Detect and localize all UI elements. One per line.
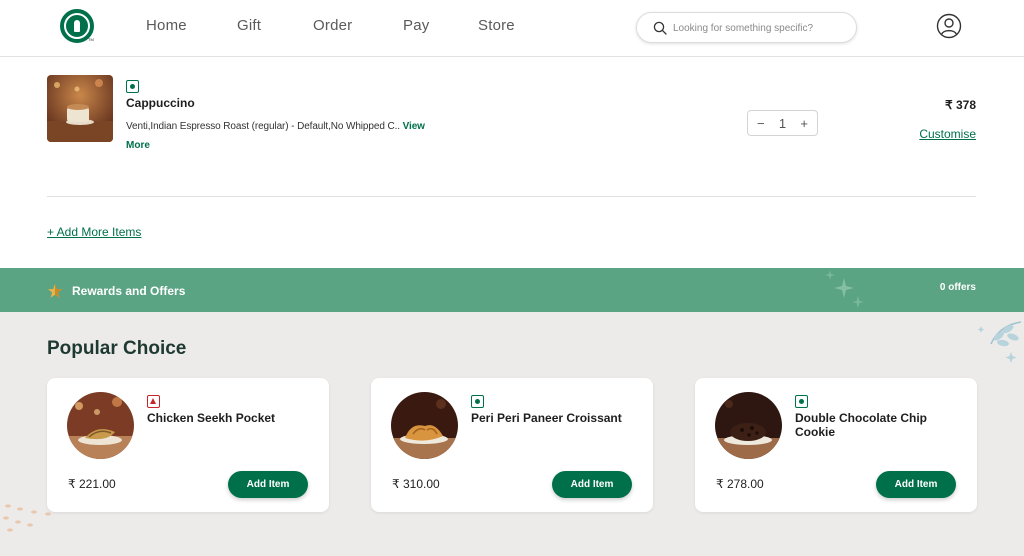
product-name: Double Chocolate Chip Cookie <box>795 411 927 439</box>
search-box[interactable] <box>636 12 857 43</box>
product-price: ₹ 310.00 <box>392 477 440 491</box>
decrease-quantity-button[interactable]: − <box>757 116 765 131</box>
trademark-mark: TM <box>88 37 94 42</box>
product-price: ₹ 221.00 <box>68 477 116 491</box>
cappuccino-image <box>47 75 113 142</box>
increase-quantity-button[interactable]: + <box>800 116 808 131</box>
nav-home[interactable]: Home <box>146 17 187 34</box>
product-card-double-chocolate-chip-cookie: Double Chocolate Chip Cookie ₹ 278.00 Ad… <box>695 378 977 512</box>
offers-count: 0 offers <box>939 282 976 293</box>
view-more-link-continued[interactable]: More <box>126 140 150 151</box>
nav-store[interactable]: Store <box>478 17 515 34</box>
nav-order[interactable]: Order <box>313 17 352 34</box>
add-more-items-link[interactable]: + Add More Items <box>47 225 141 239</box>
product-price: ₹ 278.00 <box>716 477 764 491</box>
product-name: Chicken Seekh Pocket <box>147 411 276 425</box>
customise-link[interactable]: Customise <box>900 127 976 141</box>
quantity-value: 1 <box>778 115 787 131</box>
top-navigation-bar: TM Home Gift Order Pay Store <box>0 0 1024 57</box>
product-image <box>391 392 458 459</box>
product-name: Peri Peri Paneer Croissant <box>471 411 622 425</box>
add-item-button[interactable]: Add Item <box>552 471 632 498</box>
sparkle-decoration-icon <box>825 270 864 308</box>
search-icon <box>653 21 667 35</box>
nav-pay[interactable]: Pay <box>403 17 429 34</box>
cart-item-description-text: Venti,Indian Espresso Roast (regular) - … <box>126 121 400 132</box>
nav-gift[interactable]: Gift <box>237 17 261 34</box>
non-veg-indicator-icon <box>147 395 160 408</box>
cart-item-description: Venti,Indian Espresso Roast (regular) - … <box>126 121 425 132</box>
product-card-peri-peri-paneer-croissant: Peri Peri Paneer Croissant ₹ 310.00 Add … <box>371 378 653 512</box>
veg-indicator-icon <box>795 395 808 408</box>
cart-item-price: ₹ 378 <box>945 98 976 112</box>
add-item-button[interactable]: Add Item <box>876 471 956 498</box>
popular-choice-title: Popular Choice <box>47 338 187 359</box>
view-more-link[interactable]: View <box>403 121 425 132</box>
search-input[interactable] <box>673 18 849 38</box>
user-profile-icon[interactable] <box>936 13 962 39</box>
product-image <box>715 392 782 459</box>
veg-indicator-icon <box>471 395 484 408</box>
veg-indicator-icon <box>126 80 139 93</box>
star-icon <box>48 284 62 298</box>
quantity-stepper: − 1 + <box>747 110 818 136</box>
product-card-chicken-seekh-pocket: Chicken Seekh Pocket ₹ 221.00 Add Item <box>47 378 329 512</box>
rewards-label: Rewards and Offers <box>72 284 186 298</box>
cart-item-name: Cappuccino <box>126 96 195 110</box>
add-item-button[interactable]: Add Item <box>228 471 308 498</box>
leaf-decoration-icon <box>977 321 1022 363</box>
product-image <box>67 392 134 459</box>
divider <box>47 196 976 197</box>
